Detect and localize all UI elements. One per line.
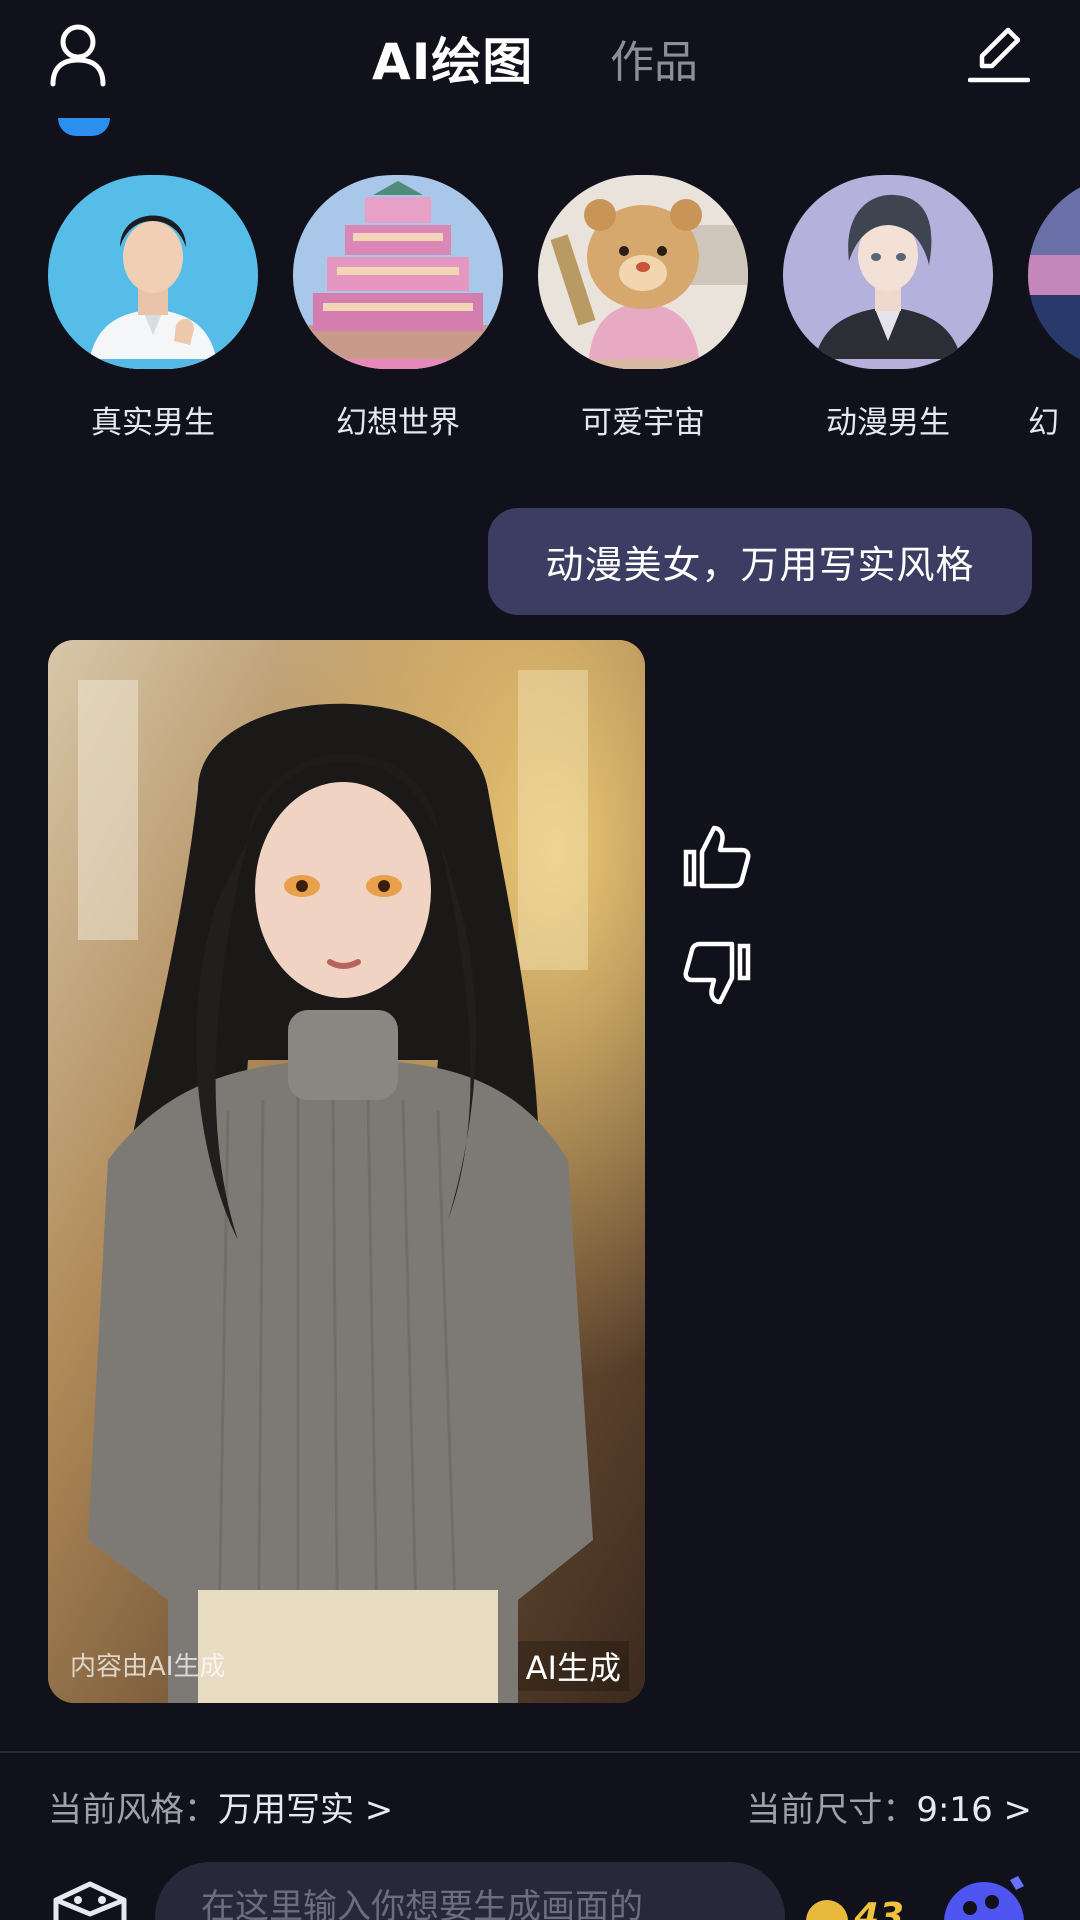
prompt-input-box[interactable]	[155, 1862, 785, 1920]
style-item-anime-male[interactable]: 动漫男生	[783, 175, 993, 442]
divider	[0, 1751, 1080, 1753]
scroll-indicator	[58, 118, 110, 136]
style-item-real-male[interactable]: 真实男生	[48, 175, 258, 442]
coin-count: 43	[854, 1896, 905, 1920]
style-label: 真实男生	[91, 405, 215, 441]
current-size-label: 当前尺寸：	[746, 1790, 917, 1830]
ai-generated-badge: AI生成	[517, 1641, 629, 1691]
style-label: 幻想世界	[336, 405, 460, 441]
edit-icon[interactable]	[968, 24, 1030, 86]
style-carousel[interactable]: 真实男生 幻想世界 可爱宇宙 动漫男生 幻	[0, 175, 1080, 445]
tab-ai-drawing[interactable]: AI绘图	[372, 22, 533, 94]
current-style-label: 当前风格：	[48, 1790, 218, 1830]
style-item-cute-universe[interactable]: 可爱宇宙	[538, 175, 748, 442]
thumbs-up-icon[interactable]	[682, 822, 752, 892]
ai-content-watermark: 内容由AI生成	[70, 1652, 226, 1682]
current-size-value: 9:16 >	[916, 1790, 1032, 1830]
user-message-bubble: 动漫美女，万用写实风格	[488, 508, 1032, 615]
current-style-selector[interactable]: 当前风格：万用写实 >	[48, 1782, 393, 1831]
style-item-fantasy-world[interactable]: 幻想世界	[293, 175, 503, 442]
box-icon[interactable]	[50, 1880, 130, 1920]
style-thumbnail	[1028, 175, 1080, 369]
style-label: 幻	[1028, 405, 1059, 441]
style-thumbnail	[293, 175, 503, 369]
palette-icon[interactable]	[940, 1874, 1030, 1920]
thumbs-down-icon[interactable]	[682, 940, 752, 1010]
coin-icon	[806, 1900, 848, 1920]
app-root: AI绘图 作品 真实男生 幻想世界 可爱宇宙 动漫男生 幻 动漫美女，万用写实风…	[0, 0, 1080, 1920]
top-bar: AI绘图 作品	[0, 0, 1080, 110]
style-thumbnail	[538, 175, 748, 369]
user-icon[interactable]	[48, 22, 108, 88]
style-thumbnail	[48, 175, 258, 369]
generated-image[interactable]: 内容由AI生成 AI生成	[48, 640, 645, 1703]
style-label: 动漫男生	[826, 405, 950, 441]
current-style-value: 万用写实 >	[218, 1790, 394, 1830]
style-item-partial[interactable]: 幻	[1028, 175, 1080, 442]
tab-works[interactable]: 作品	[610, 26, 698, 90]
prompt-input[interactable]	[199, 1886, 743, 1920]
style-label: 可爱宇宙	[581, 405, 705, 441]
current-size-selector[interactable]: 当前尺寸：9:16 >	[746, 1782, 1032, 1831]
style-thumbnail	[783, 175, 993, 369]
